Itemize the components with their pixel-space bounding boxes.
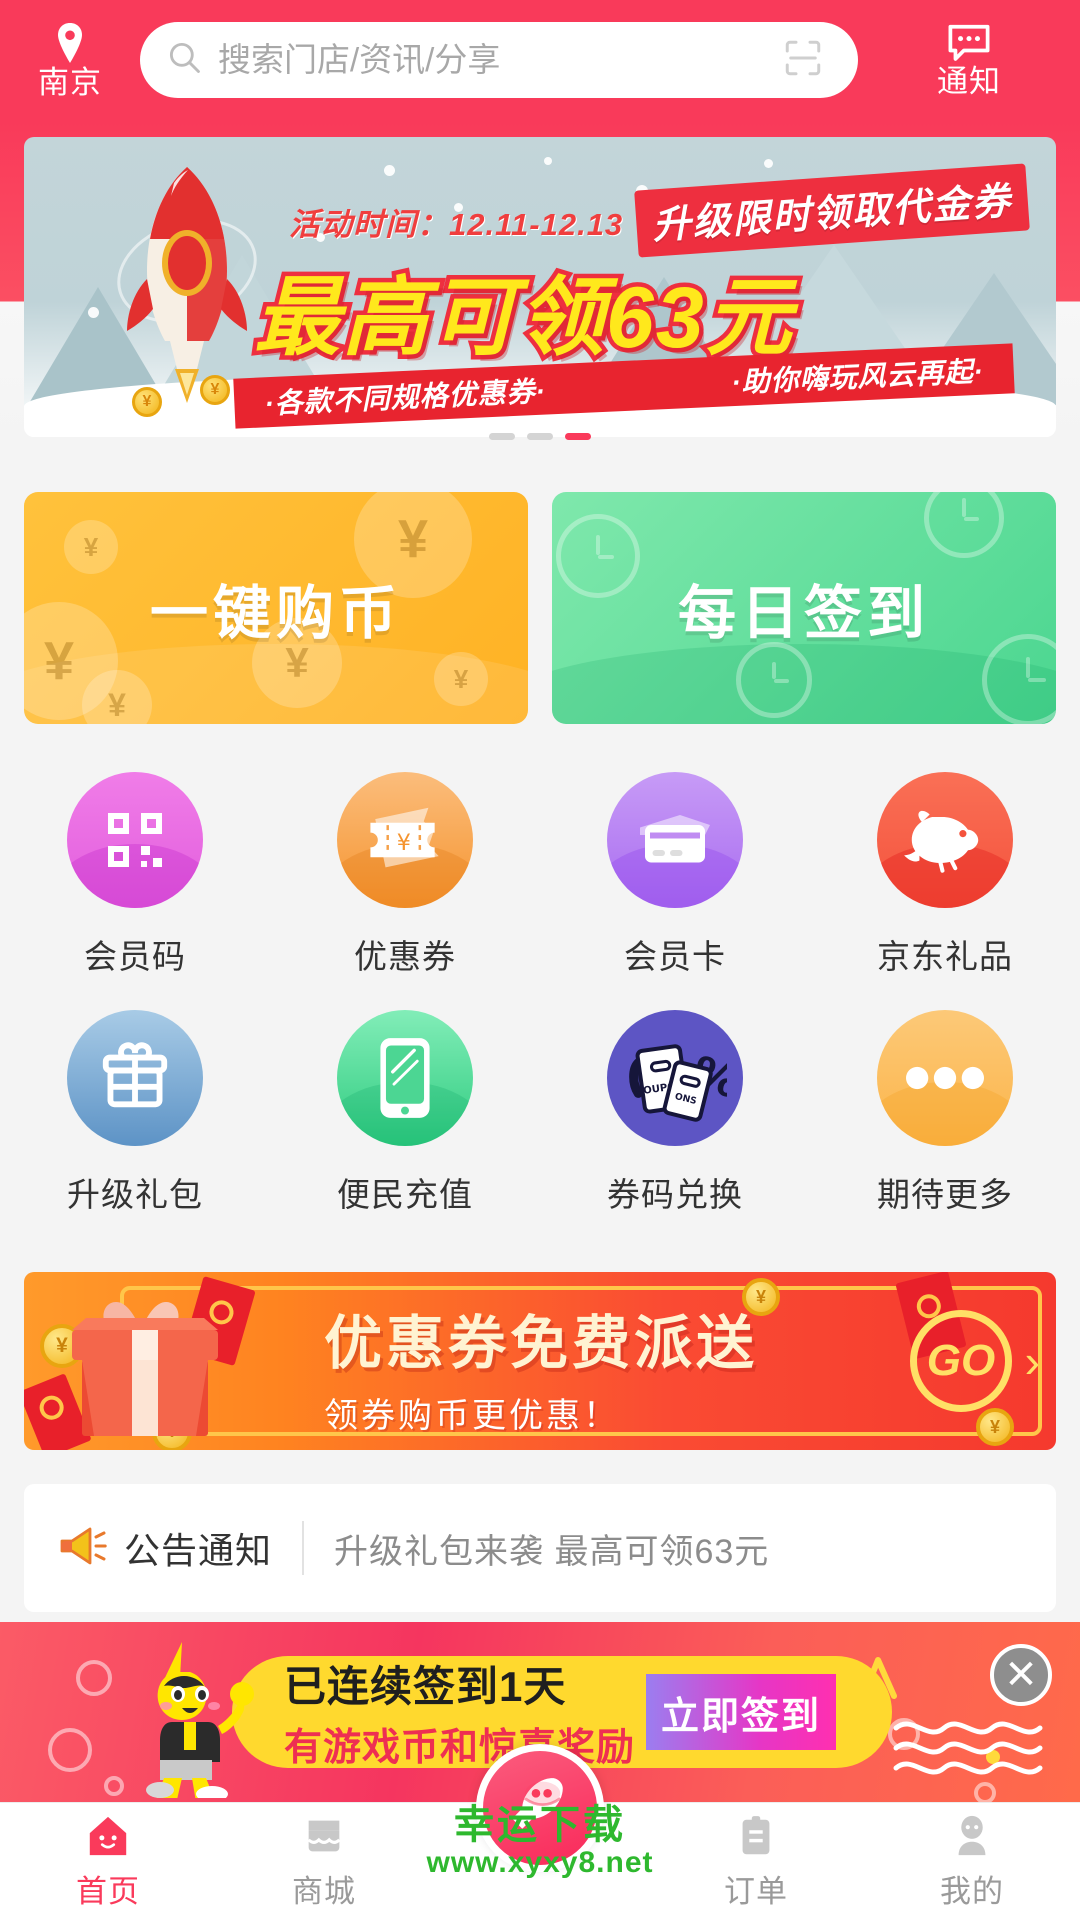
hero-kicker-text: 升级限时领取代金券 [634,163,1030,257]
center-action-button[interactable] [476,1744,604,1872]
shortcut-label: 京东礼品 [877,930,1013,978]
svg-text:¥: ¥ [397,830,411,856]
hero-carousel-section: ¥ ¥ 活动时间：12.11-12.13 升级限时领取代金券 最高可领63元 ·… [0,120,1080,450]
daily-signin-card[interactable]: 每日签到 [552,492,1056,724]
clock-icon [736,642,812,718]
go-button[interactable]: GO [910,1310,1012,1412]
announcement-title: 公告通知 [124,1522,272,1574]
search-input[interactable] [218,41,782,79]
signin-streak-text: 已连续签到1天 [284,1653,635,1714]
snowflake [88,307,99,318]
shortcut-coupon-redeem[interactable]: % COUPONS ONS 券码兑换 [540,1000,810,1238]
buy-coins-label: 一键购币 [24,566,528,650]
snowflake [384,165,395,176]
shortcut-member-code[interactable]: 会员码 [0,762,270,1000]
carousel-dot[interactable] [489,433,515,440]
shortcut-more[interactable]: 期待更多 [810,1000,1080,1238]
shortcut-label: 优惠券 [354,930,456,978]
location-selector[interactable]: 南京 [0,0,140,120]
clipboard-icon [733,1813,779,1859]
search-bar[interactable] [140,22,858,98]
tab-label: 首页 [76,1866,140,1911]
decor-ring [974,1782,996,1802]
close-icon[interactable]: ✕ [990,1644,1052,1706]
shortcut-label: 会员码 [84,930,186,978]
banner-text-block: 优惠券免费派送 领券购币更优惠！ [324,1296,758,1437]
store-icon [301,1813,347,1859]
shortcut-label: 券码兑换 [607,1168,743,1216]
decor-ring [76,1660,112,1696]
shortcut-coupon[interactable]: ¥ 优惠券 [270,762,540,1000]
coupons-icon: % COUPONS ONS [607,1010,743,1146]
tab-label: 订单 [724,1866,788,1911]
qr-code-icon [67,772,203,908]
notification-label: 通知 [937,66,1001,97]
coupon-giveaway-banner[interactable]: ¥ ¥ ¥ ¥ 优惠券免费派送 领券购币更优惠！ GO › [24,1272,1056,1450]
scan-code-icon[interactable] [782,37,832,84]
chevron-right-icon: › [1025,1334,1040,1388]
snowflake [544,157,552,165]
clock-icon [924,492,1004,558]
promo-card-row: ¥ ¥ ¥ ¥ ¥ ¥ 一键购币 每日签到 [24,492,1056,724]
app-header: 南京 [0,0,1080,120]
search-icon [166,39,204,82]
shortcut-mobile-recharge[interactable]: 便民充值 [270,1000,540,1238]
tab-home[interactable]: 首页 [0,1803,216,1920]
carousel-dots [0,433,1080,440]
announcement-text: 升级礼包来袭 最高可领63元 [334,1524,769,1573]
carousel-dot[interactable] [527,433,553,440]
ticket-icon: ¥ [337,772,473,908]
tab-label: 商城 [292,1866,356,1911]
divider [302,1521,304,1575]
hero-headline: 最高可领63元 [254,247,794,372]
hero-banner-slide[interactable]: ¥ ¥ 活动时间：12.11-12.13 升级限时领取代金券 最高可领63元 ·… [24,137,1056,437]
wave-decoration [892,1714,1052,1784]
shortcut-row: 升级礼包 便民充值 % [0,1000,1080,1238]
banner-subtitle: 领券购币更优惠！ [324,1388,758,1437]
megaphone-icon [58,1523,110,1574]
home-icon [85,1813,131,1859]
coin-icon: ¥ [434,652,488,706]
shortcut-grid: 会员码 ¥ 优惠券 [0,762,1080,1238]
banner-title: 优惠券免费派送 [324,1296,758,1380]
message-bubble-icon [947,23,991,61]
more-dots-icon [877,1010,1013,1146]
shortcut-label: 会员卡 [624,930,726,978]
coin-icon: ¥ [976,1408,1014,1446]
announcement-bar[interactable]: 公告通知 升级礼包来袭 最高可领63元 [24,1484,1056,1612]
shortcut-row: 会员码 ¥ 优惠券 [0,762,1080,1000]
shortcut-member-card[interactable]: 会员卡 [540,762,810,1000]
mobile-phone-icon [337,1010,473,1146]
hero-ribbon-left: ·各款不同规格优惠券· [263,370,546,423]
map-pin-icon [53,23,87,63]
shortcut-upgrade-gift[interactable]: 升级礼包 [0,1000,270,1238]
location-label: 南京 [38,67,102,98]
hero-ribbon-right: ·助你嗨玩风云再起· [730,350,984,401]
shortcut-label: 便民充值 [337,1168,473,1216]
tab-store[interactable]: 商城 [216,1803,432,1920]
person-icon [949,1813,995,1859]
coin-icon: ¥ [200,375,230,405]
coin-icon: ¥ [132,387,162,417]
jd-dog-icon [877,772,1013,908]
buy-coins-card[interactable]: ¥ ¥ ¥ ¥ ¥ ¥ 一键购币 [24,492,528,724]
app-root: 南京 [0,0,1080,1920]
tab-orders[interactable]: 订单 [648,1803,864,1920]
snowflake [764,159,773,168]
carousel-dot-active[interactable] [565,433,591,440]
signin-texts: 已连续签到1天 有游戏币和惊喜奖励 [284,1653,635,1771]
daily-signin-label: 每日签到 [552,566,1056,650]
tab-label: 我的 [940,1866,1004,1911]
decor-ring [48,1728,92,1772]
shortcut-jd-gift[interactable]: 京东礼品 [810,762,1080,1000]
notification-button[interactable]: 通知 [858,0,1080,120]
rocket-capsule-icon [502,1768,578,1849]
shortcut-label: 升级礼包 [67,1168,203,1216]
gift-box-icon [67,1010,203,1146]
signin-now-button[interactable]: 立即签到 [646,1674,836,1750]
hero-date-text: 活动时间：12.11-12.13 [289,199,623,244]
shortcut-label: 期待更多 [877,1168,1013,1216]
tab-profile[interactable]: 我的 [864,1803,1080,1920]
membership-card-icon [607,772,743,908]
